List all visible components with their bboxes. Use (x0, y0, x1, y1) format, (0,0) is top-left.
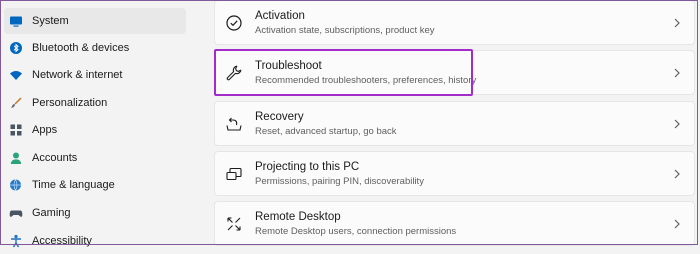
sidebar-item-network[interactable]: Network & internet (4, 62, 186, 88)
apps-grid-icon (9, 123, 23, 137)
sidebar-item-accounts[interactable]: Accounts (4, 145, 186, 171)
gamepad-icon (9, 206, 23, 220)
person-icon (9, 151, 23, 165)
chevron-right-icon (673, 169, 681, 179)
sidebar-item-label: Gaming (32, 207, 71, 219)
card-title: Activation (255, 9, 305, 22)
sidebar-item-accessibility[interactable]: Accessibility (4, 228, 186, 254)
sidebar-item-label: Accessibility (32, 235, 92, 247)
wifi-icon (9, 68, 23, 82)
troubleshoot-card[interactable]: Troubleshoot Recommended troubleshooters… (214, 50, 695, 95)
sidebar-item-label: Time & language (32, 179, 115, 191)
sidebar-item-label: Bluetooth & devices (32, 42, 130, 54)
sidebar-item-gaming[interactable]: Gaming (4, 200, 186, 226)
monitor-icon (9, 14, 23, 28)
card-title: Troubleshoot (255, 59, 322, 72)
paintbrush-icon (9, 96, 23, 110)
wrench-icon (225, 64, 243, 82)
card-subtitle: Activation state, subscriptions, product… (255, 24, 435, 36)
chevron-right-icon (673, 68, 681, 78)
settings-sidebar: System Bluetooth & devices Network & int… (0, 0, 200, 248)
sidebar-item-label: System (32, 15, 69, 27)
sidebar-item-personalization[interactable]: Personalization (4, 90, 186, 116)
chevron-right-icon (673, 18, 681, 28)
sidebar-item-label: Personalization (32, 97, 108, 109)
sidebar-item-label: Network & internet (32, 69, 123, 81)
card-title: Projecting to this PC (255, 160, 360, 173)
chevron-right-icon (673, 119, 681, 129)
card-subtitle: Reset, advanced startup, go back (255, 125, 397, 137)
sidebar-item-time-language[interactable]: Time & language (4, 172, 186, 198)
bluetooth-icon (9, 41, 23, 55)
activation-card[interactable]: Activation Activation state, subscriptio… (214, 0, 695, 45)
accessibility-icon (9, 234, 23, 248)
projecting-card[interactable]: Projecting to this PC Permissions, pairi… (214, 151, 695, 196)
globe-clock-icon (9, 178, 23, 192)
recovery-icon (225, 115, 243, 133)
remote-desktop-icon (225, 215, 243, 233)
card-subtitle: Remote Desktop users, connection permiss… (255, 225, 457, 237)
card-title: Recovery (255, 110, 304, 123)
sidebar-item-bluetooth[interactable]: Bluetooth & devices (4, 35, 186, 61)
sidebar-item-apps[interactable]: Apps (4, 117, 186, 143)
sidebar-item-label: Accounts (32, 152, 78, 164)
projector-icon (225, 165, 243, 183)
card-subtitle: Recommended troubleshooters, preferences… (255, 74, 477, 86)
sidebar-item-system[interactable]: System (4, 8, 186, 34)
check-circle-icon (225, 14, 243, 32)
recovery-card[interactable]: Recovery Reset, advanced startup, go bac… (214, 101, 695, 146)
chevron-right-icon (673, 219, 681, 229)
card-title: Remote Desktop (255, 210, 341, 223)
remote-desktop-card[interactable]: Remote Desktop Remote Desktop users, con… (214, 201, 695, 246)
card-subtitle: Permissions, pairing PIN, discoverabilit… (255, 175, 424, 187)
sidebar-item-label: Apps (32, 124, 58, 136)
